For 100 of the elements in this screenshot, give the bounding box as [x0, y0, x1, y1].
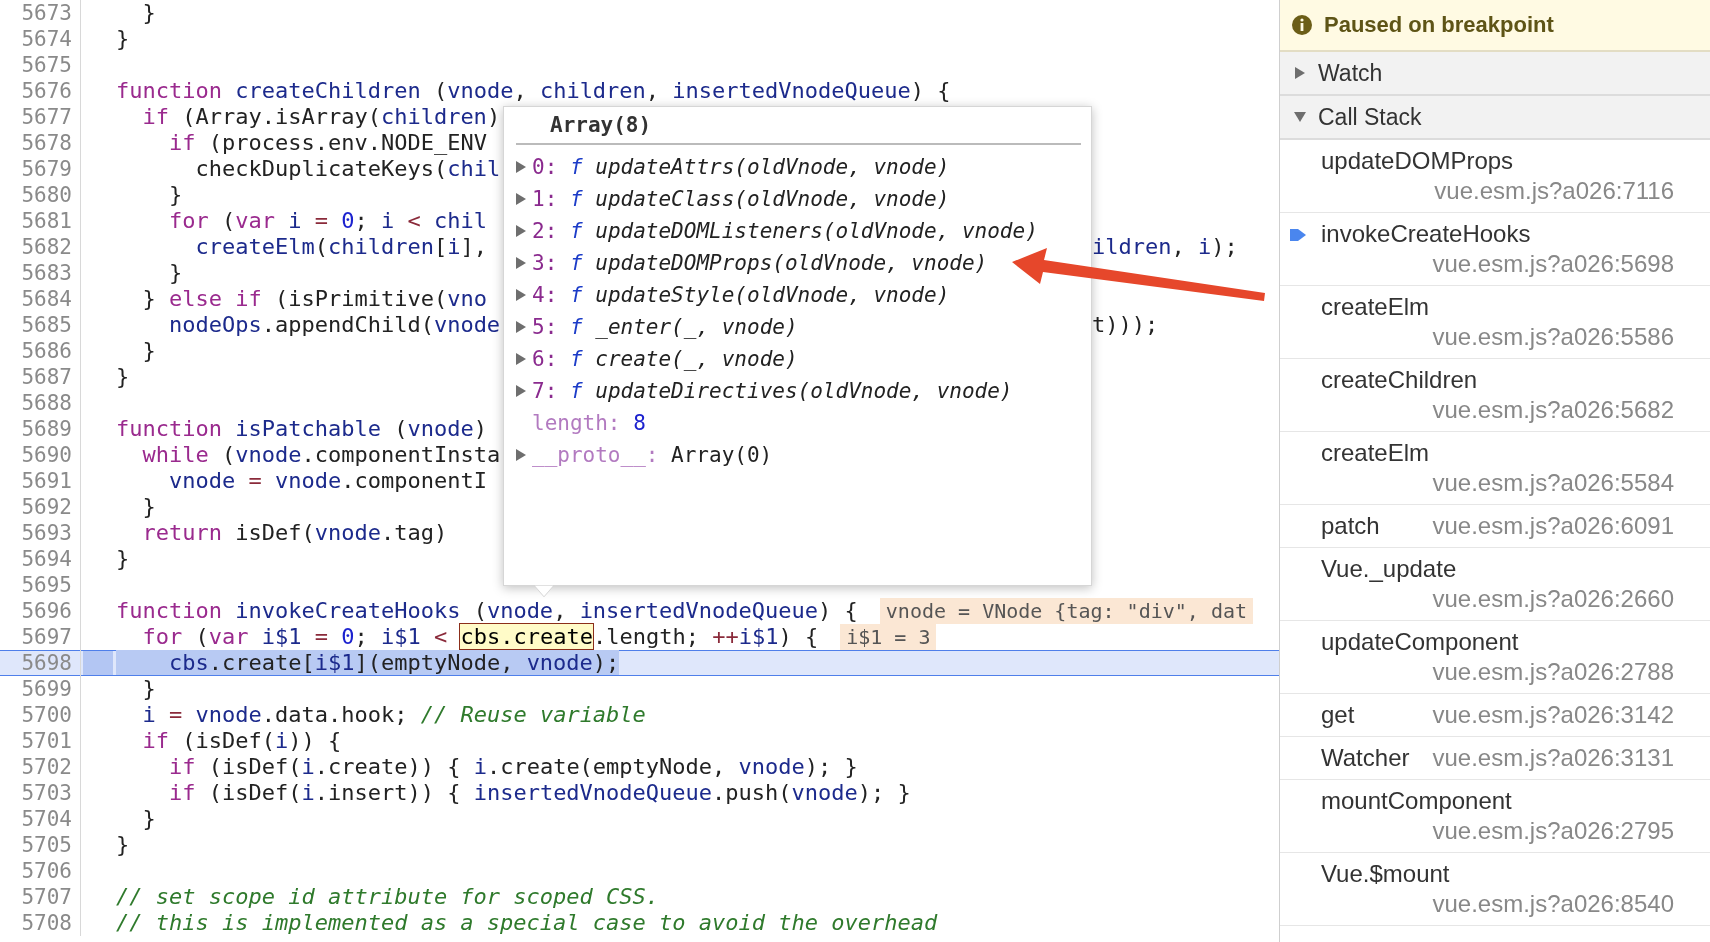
line-number: 5686	[0, 338, 81, 364]
source-location: vue.esm.js?a026:2795	[1432, 816, 1674, 846]
inline-value: i$1 = 3	[840, 624, 937, 650]
code-line: }	[116, 26, 130, 51]
code-line: function invokeCreateHooks (vnode, insertedVnodeQueue) {	[116, 598, 858, 623]
code-line: return isDef(vnode.tag)	[141, 520, 448, 545]
code-line: // this is implemented as a special case to avoid the overhead	[116, 910, 938, 935]
source-location: vue.esm.js?a026:5586	[1432, 322, 1674, 352]
code-line: createElm(children[i],	[194, 234, 487, 259]
call-stack-frame[interactable]: patch vue.esm.js?a026:6091	[1280, 505, 1710, 548]
popup-title: Array(8)	[516, 107, 1081, 145]
call-stack-frame[interactable]: Watcher vue.esm.js?a026:3131	[1280, 737, 1710, 780]
property-entry[interactable]: 7: f updateDirectives(oldVnode, vnode)	[532, 379, 1013, 403]
line-number: 5696	[0, 598, 81, 624]
code-line: }	[141, 0, 156, 25]
property-entry[interactable]: 2: f updateDOMListeners(oldVnode, vnode)	[532, 219, 1038, 243]
code-line: if (isDef(i.create)) { i.create(emptyNode, vnode); }	[167, 754, 858, 779]
property-entry[interactable]: __proto__: Array(0)	[532, 443, 773, 467]
breakpoint-marker[interactable]	[83, 651, 113, 675]
property-entry[interactable]: 4: f updateStyle(oldVnode, vnode)	[532, 283, 950, 307]
code-line: checkDuplicateKeys(chil	[194, 156, 501, 181]
line-number: 5674	[0, 26, 81, 52]
function-name: createChildren	[1321, 365, 1478, 395]
function-name: patch	[1321, 511, 1380, 541]
function-name: get	[1321, 700, 1355, 730]
code-line: for (var i = 0; i < chil	[167, 208, 487, 233]
call-stack-frame[interactable]: Vue.$mount vue.esm.js?a026:8540	[1280, 853, 1710, 926]
line-number: 5690	[0, 442, 81, 468]
source-location: vue.esm.js?a026:7116	[1434, 176, 1674, 206]
expand-arrow-icon[interactable]	[516, 385, 526, 397]
line-number: 5684	[0, 286, 81, 312]
code-line: t)));	[1092, 312, 1159, 338]
line-number: 5698	[0, 650, 81, 676]
property-entry[interactable]: 3: f updateDOMProps(oldVnode, vnode)	[532, 251, 988, 275]
function-name: updateDOMProps	[1321, 146, 1514, 176]
source-location: vue.esm.js?a026:6091	[1432, 511, 1674, 541]
call-stack-frame[interactable]: createElm vue.esm.js?a026:5584	[1280, 432, 1710, 505]
code-line: while (vnode.componentInsta	[141, 442, 501, 467]
section-header[interactable]: Call Stack	[1280, 96, 1710, 140]
line-number: 5705	[0, 832, 81, 858]
line-number: 5695	[0, 572, 81, 598]
code-line: } else if (isPrimitive(vno	[141, 286, 487, 311]
expand-arrow-icon[interactable]	[516, 225, 526, 237]
source-location: vue.esm.js?a026:5682	[1432, 395, 1674, 425]
function-name: invokeCreateHooks	[1321, 219, 1531, 249]
property-entry[interactable]: 5: f _enter(_, vnode)	[532, 315, 798, 339]
expand-arrow-icon[interactable]	[516, 257, 526, 269]
line-number: 5680	[0, 182, 81, 208]
property-entry[interactable]: 0: f updateAttrs(oldVnode, vnode)	[532, 155, 950, 179]
code-line: }	[167, 182, 183, 207]
code-line: ildren, i);	[1092, 234, 1238, 260]
function-name: mountComponent	[1321, 786, 1512, 816]
line-number: 5681	[0, 208, 81, 234]
banner-text: Paused on breakpoint	[1324, 12, 1554, 38]
line-number: 5689	[0, 416, 81, 442]
code-line: if (Array.isArray(children)	[141, 104, 501, 129]
line-number: 5675	[0, 52, 81, 78]
property-entry[interactable]: 1: f updateClass(oldVnode, vnode)	[532, 187, 950, 211]
code-line: if (isDef(i)) {	[141, 728, 342, 753]
call-stack-frame[interactable]: get vue.esm.js?a026:3142	[1280, 694, 1710, 737]
line-number: 5679	[0, 156, 81, 182]
source-location: vue.esm.js?a026:2660	[1432, 584, 1674, 614]
call-stack-frame[interactable]: updateComponent vue.esm.js?a026:2788	[1280, 621, 1710, 694]
line-number: 5692	[0, 494, 81, 520]
line-number: 5701	[0, 728, 81, 754]
expand-arrow-icon[interactable]	[516, 321, 526, 333]
call-stack-frame[interactable]: mountComponent vue.esm.js?a026:2795	[1280, 780, 1710, 853]
expand-arrow-icon[interactable]	[516, 193, 526, 205]
source-location: vue.esm.js?a026:2788	[1432, 657, 1674, 687]
code-line: }	[141, 494, 156, 519]
code-line: }	[141, 338, 156, 363]
line-number: 5706	[0, 858, 81, 884]
source-location: vue.esm.js?a026:5698	[1432, 249, 1674, 279]
line-number: 5702	[0, 754, 81, 780]
line-number: 5682	[0, 234, 81, 260]
expand-arrow-icon[interactable]	[516, 353, 526, 365]
line-number: 5685	[0, 312, 81, 338]
call-stack-frame[interactable]: createChildren vue.esm.js?a026:5682	[1280, 359, 1710, 432]
expand-arrow-icon[interactable]	[516, 449, 526, 461]
code-line: if (process.env.NODE_ENV	[167, 130, 487, 155]
function-name: createElm	[1321, 292, 1430, 322]
disclosure-triangle-icon	[1294, 111, 1306, 123]
code-line: nodeOps.appendChild(vnode	[167, 312, 501, 337]
source-location: vue.esm.js?a026:5584	[1432, 468, 1674, 498]
expand-arrow-icon[interactable]	[516, 161, 526, 173]
function-name: updateComponent	[1321, 627, 1519, 657]
call-stack-frame[interactable]: invokeCreateHooks vue.esm.js?a026:5698	[1280, 213, 1710, 286]
function-name: Vue.$mount	[1321, 859, 1450, 889]
function-name: Vue._update	[1321, 554, 1457, 584]
disclosure-triangle-icon	[1294, 67, 1306, 79]
property-entry[interactable]: 6: f create(_, vnode)	[532, 347, 798, 371]
line-number: 5704	[0, 806, 81, 832]
call-stack-frame[interactable]: updateDOMProps vue.esm.js?a026:7116	[1280, 140, 1710, 213]
section-header[interactable]: Watch	[1280, 52, 1710, 96]
code-line: for (var i$1 = 0; i$1 < cbs.create.length; ++i$1) {	[141, 624, 819, 649]
code-line: vnode = vnode.componentI	[167, 468, 487, 493]
call-stack-frame[interactable]: createElm vue.esm.js?a026:5586	[1280, 286, 1710, 359]
line-number: 5700	[0, 702, 81, 728]
call-stack-frame[interactable]: Vue._update vue.esm.js?a026:2660	[1280, 548, 1710, 621]
expand-arrow-icon[interactable]	[516, 289, 526, 301]
